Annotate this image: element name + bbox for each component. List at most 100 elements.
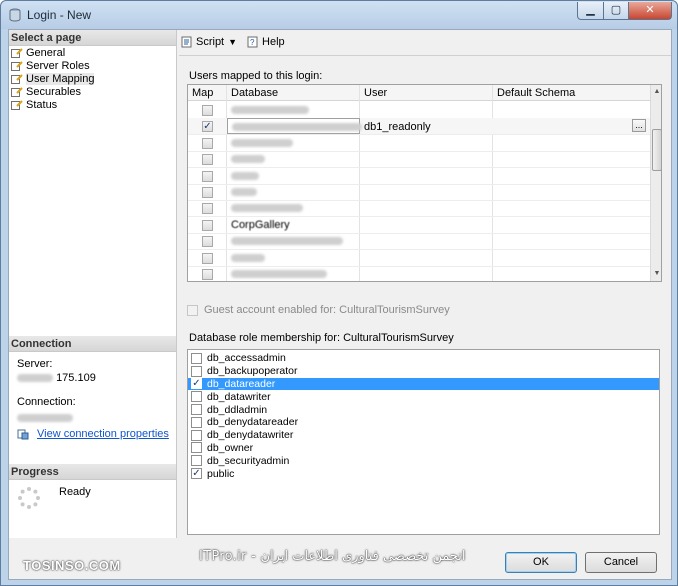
mapping-row[interactable] (188, 250, 650, 267)
role-checkbox[interactable]: ✓ (191, 378, 202, 389)
mapping-row[interactable] (188, 168, 650, 185)
role-name: db_ddladmin (207, 404, 267, 416)
map-checkbox[interactable]: ✓ (202, 121, 213, 132)
role-checkbox[interactable] (191, 442, 202, 453)
script-label: Script (196, 36, 224, 48)
grid-header: Map Database User Default Schema (188, 85, 650, 101)
column-header-database[interactable]: Database (231, 87, 278, 99)
page-wrench-icon (11, 48, 23, 58)
map-checkbox[interactable] (202, 253, 213, 264)
progress-spinner-icon (17, 486, 41, 510)
mapping-row[interactable] (188, 266, 650, 282)
maximize-button[interactable]: ▢ (603, 2, 629, 20)
map-checkbox[interactable] (202, 269, 213, 280)
role-membership-label: Database role membership for: CulturalTo… (189, 332, 454, 344)
mapped-user-name[interactable]: db1_readonly (364, 121, 431, 133)
mapping-row[interactable]: CorpGallery (188, 217, 650, 234)
page-item-label: User Mapping (26, 73, 94, 85)
column-header-user[interactable]: User (364, 87, 387, 99)
dialog-client-area: Select a page GeneralServer RolesUser Ma… (8, 29, 672, 580)
role-item-public[interactable]: ✓public (188, 467, 659, 480)
database-cell-editor[interactable] (227, 118, 360, 134)
redacted-database-name (231, 172, 259, 180)
mapping-row[interactable] (188, 184, 650, 201)
map-checkbox[interactable] (202, 236, 213, 247)
progress-status: Ready (59, 486, 91, 498)
role-name: db_datawriter (207, 391, 271, 403)
role-membership-list[interactable]: db_accessadmindb_backupoperator✓db_datar… (187, 349, 660, 535)
chevron-down-icon[interactable]: ▼ (228, 37, 237, 47)
minimize-button[interactable]: ▁ (577, 2, 604, 20)
mapping-row[interactable] (188, 151, 650, 168)
map-checkbox[interactable] (202, 105, 213, 116)
help-button[interactable]: ? Help (247, 36, 285, 48)
cancel-button[interactable]: Cancel (585, 552, 657, 573)
map-checkbox[interactable] (202, 138, 213, 149)
column-header-map[interactable]: Map (192, 87, 213, 99)
page-item-general[interactable]: General (11, 46, 94, 59)
role-item-db-ddladmin[interactable]: db_ddladmin (188, 403, 659, 416)
page-item-securables[interactable]: Securables (11, 85, 94, 98)
view-connection-properties[interactable]: View connection properties (17, 428, 169, 440)
user-mapping-grid[interactable]: Map Database User Default Schema ✓ db1_re… (187, 84, 662, 282)
role-checkbox[interactable] (191, 404, 202, 415)
connection-value-row (17, 412, 96, 424)
role-item-db-denydatawriter[interactable]: db_denydatawriter (188, 429, 659, 442)
schema-browse-button[interactable]: ... (632, 119, 646, 132)
connection-info: Server: 175.109 Connection: (17, 358, 96, 428)
role-checkbox[interactable] (191, 430, 202, 441)
dialog-window: Login - New ▁ ▢ ✕ Select a page GeneralS… (0, 0, 678, 586)
mapping-row[interactable] (188, 200, 650, 217)
redacted-database-name (231, 139, 293, 147)
progress-header: Progress (9, 464, 176, 480)
column-header-default-schema[interactable]: Default Schema (497, 87, 575, 99)
connection-label: Connection: (17, 396, 96, 408)
role-checkbox[interactable] (191, 455, 202, 466)
map-checkbox[interactable] (202, 220, 213, 231)
scrollbar-thumb[interactable] (652, 129, 662, 171)
mapping-row[interactable] (188, 135, 650, 152)
watermark-tosinso: TOSINSO.COM (23, 558, 121, 573)
redacted-database-name (231, 270, 327, 278)
page-item-label: Status (26, 99, 57, 111)
role-item-db-accessadmin[interactable]: db_accessadmin (188, 352, 659, 365)
map-checkbox[interactable] (202, 154, 213, 165)
map-checkbox[interactable] (202, 171, 213, 182)
connection-header: Connection (9, 336, 176, 352)
mapping-row[interactable] (188, 102, 650, 119)
redacted-database-name (231, 237, 343, 245)
server-value: 175.109 (56, 372, 96, 384)
role-item-db-securityadmin[interactable]: db_securityadmin (188, 454, 659, 467)
script-button[interactable]: Script ▼ (181, 36, 243, 48)
scroll-up-arrow-icon[interactable]: ▲ (652, 86, 662, 98)
left-pane: Select a page GeneralServer RolesUser Ma… (9, 30, 177, 538)
role-item-db-denydatareader[interactable]: db_denydatareader (188, 416, 659, 429)
role-checkbox[interactable] (191, 391, 202, 402)
mapping-row[interactable] (188, 233, 650, 250)
map-checkbox[interactable] (202, 203, 213, 214)
close-button[interactable]: ✕ (628, 2, 672, 20)
scroll-down-arrow-icon[interactable]: ▼ (652, 268, 662, 280)
role-checkbox[interactable]: ✓ (191, 468, 202, 479)
view-connection-properties-link[interactable]: View connection properties (37, 428, 169, 440)
role-checkbox[interactable] (191, 366, 202, 377)
role-item-db-datareader[interactable]: ✓db_datareader (188, 378, 659, 391)
grid-vertical-scrollbar[interactable]: ▲ ▼ (650, 85, 662, 281)
page-item-status[interactable]: Status (11, 98, 94, 111)
role-checkbox[interactable] (191, 417, 202, 428)
title-bar[interactable]: Login - New ▁ ▢ ✕ (1, 1, 677, 29)
role-item-db-datawriter[interactable]: db_datawriter (188, 390, 659, 403)
ok-button[interactable]: OK (505, 552, 577, 573)
page-wrench-icon (11, 100, 23, 110)
page-item-server-roles[interactable]: Server Roles (11, 59, 94, 72)
role-item-db-owner[interactable]: db_owner (188, 442, 659, 455)
page-item-user-mapping[interactable]: User Mapping (11, 72, 94, 85)
role-name: db_denydatawriter (207, 429, 293, 441)
role-checkbox[interactable] (191, 353, 202, 364)
role-item-db-backupoperator[interactable]: db_backupoperator (188, 365, 659, 378)
redacted-database-name (231, 188, 257, 196)
map-checkbox[interactable] (202, 187, 213, 198)
mapping-row[interactable]: ✓ db1_readonly... (188, 118, 650, 135)
redacted-database-name (232, 123, 362, 131)
redacted-server-prefix (17, 374, 53, 382)
